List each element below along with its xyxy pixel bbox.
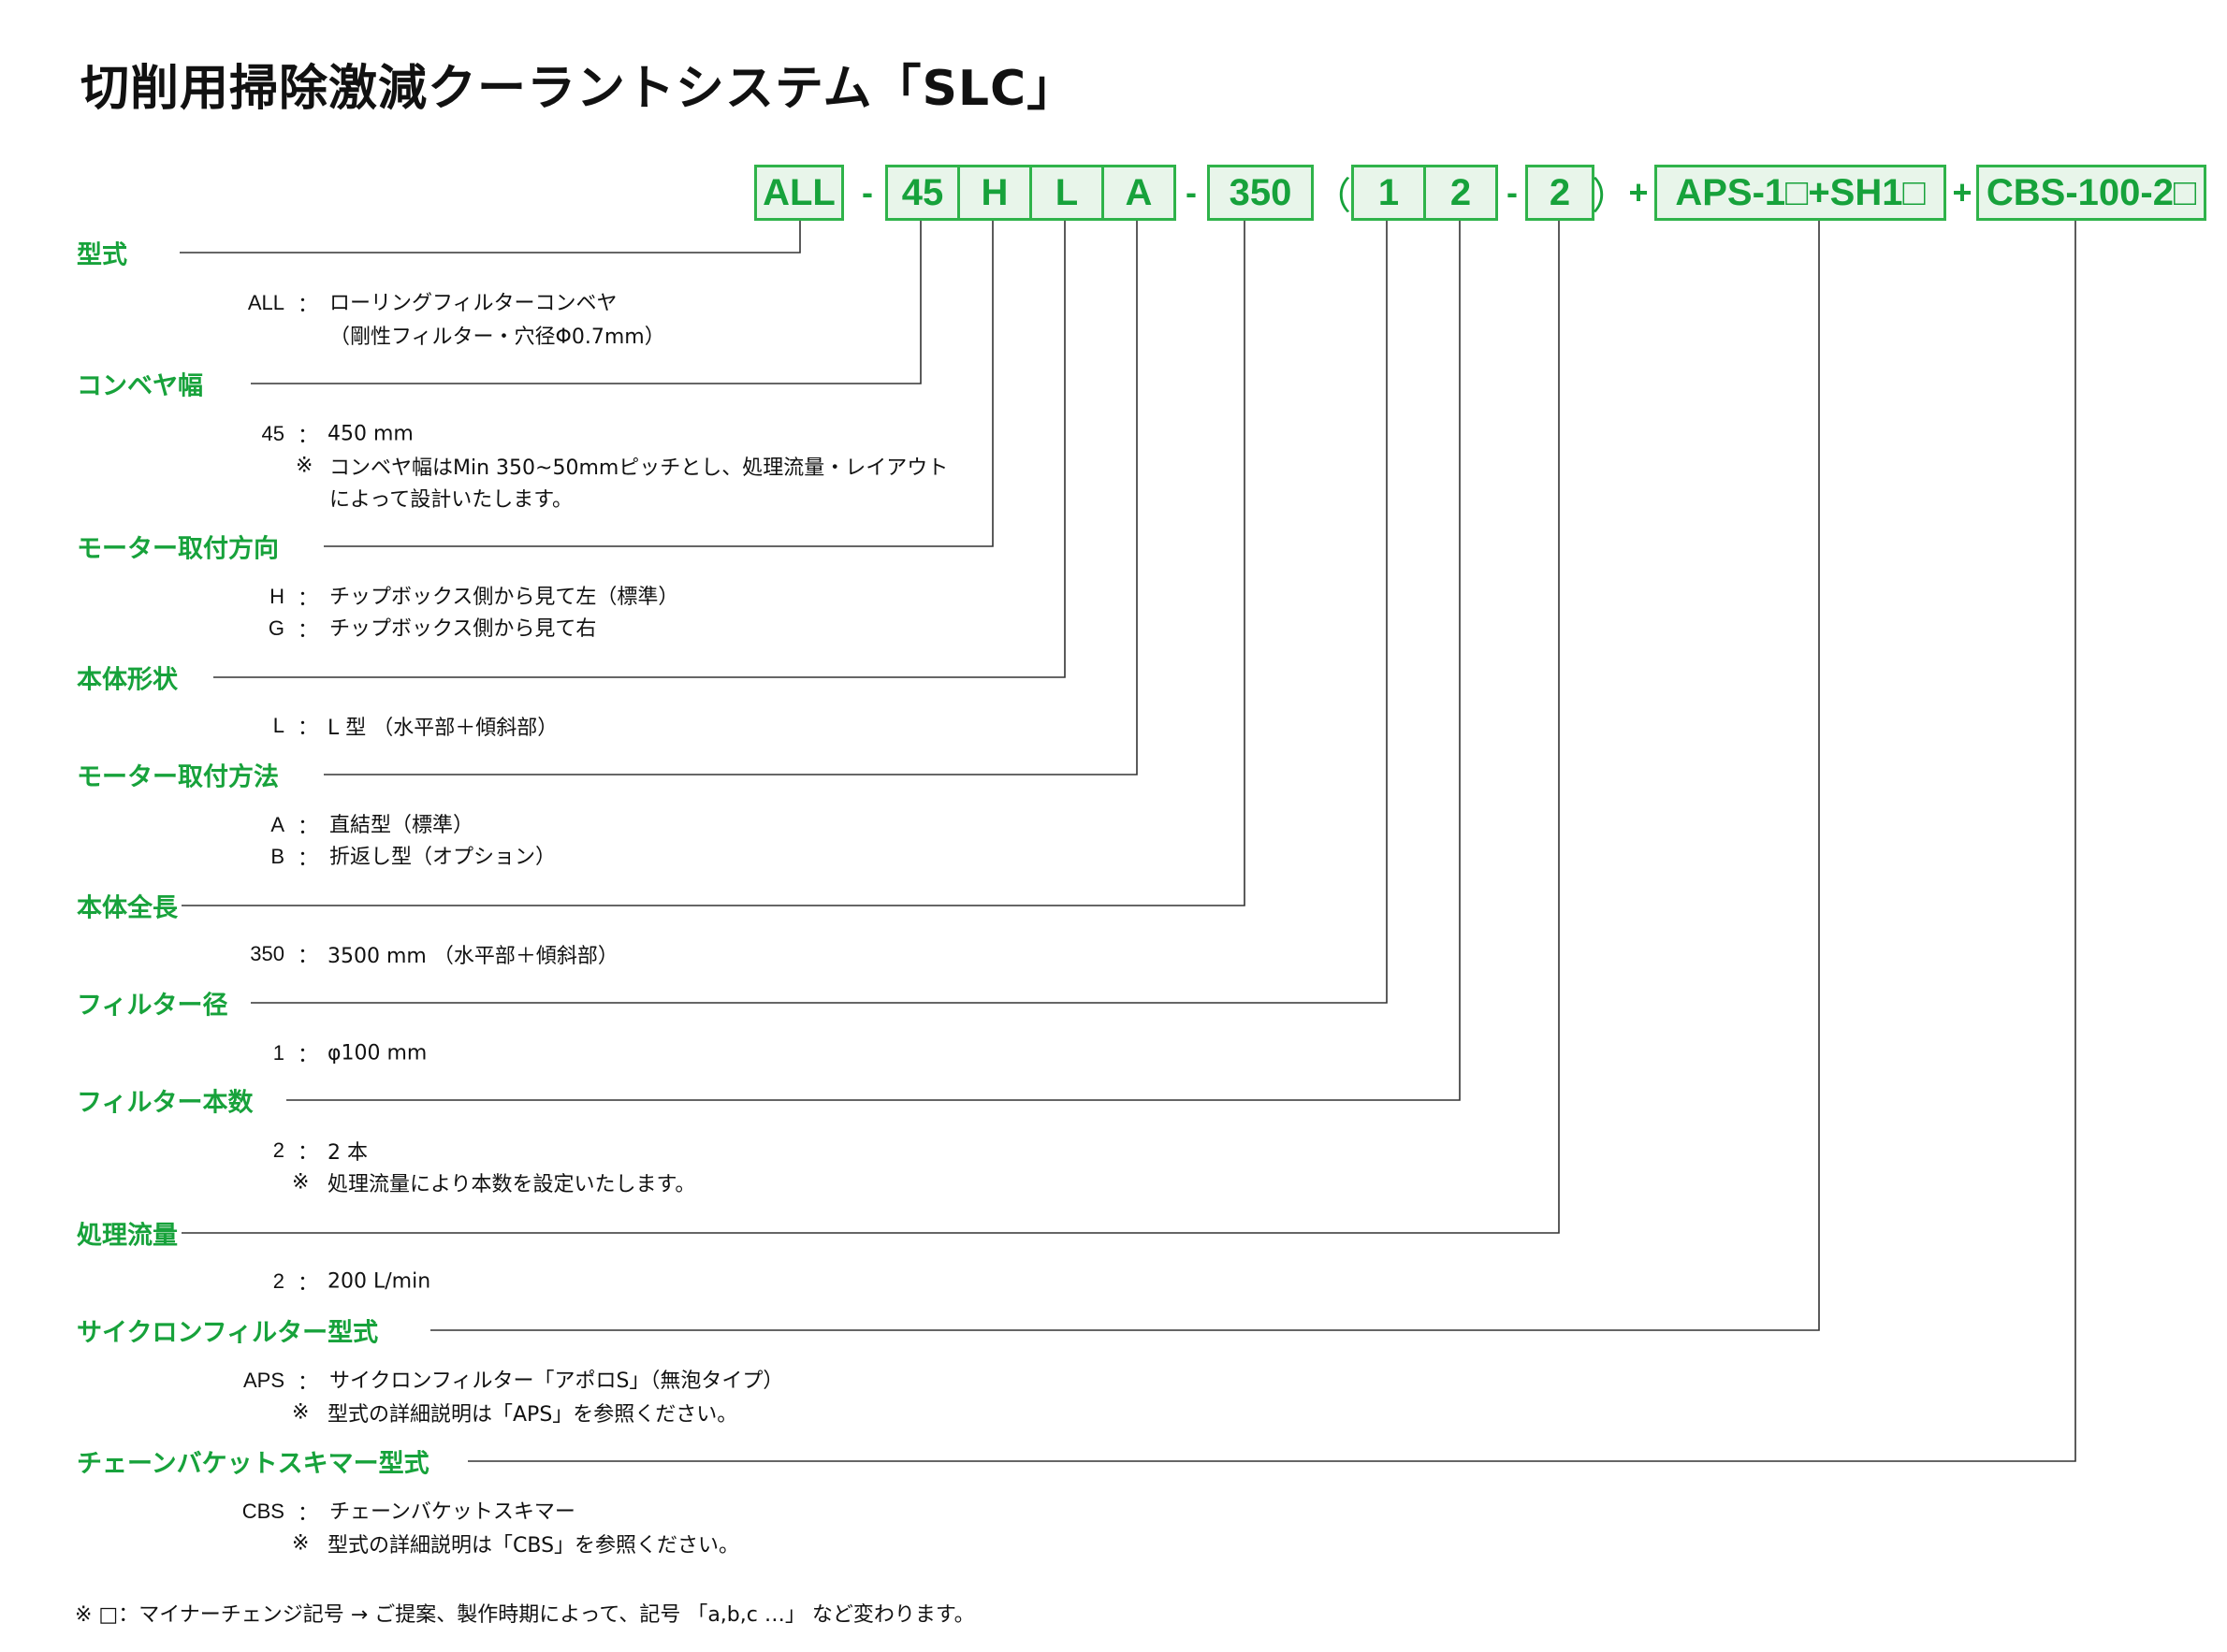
code-box-filter-count: 2 [1423, 165, 1498, 221]
option-description: ローリングフィルターコンベヤ [329, 292, 618, 315]
code-box-body-shape: L [1029, 165, 1104, 221]
code-box-width: 45 [885, 165, 960, 221]
option-description: 450 mm [328, 422, 414, 446]
section-heading-motor-direction: モーター取付方向 [77, 534, 279, 564]
footnote: ※ □：マイナーチェンジ記号 → ご提案、製作時期によって、記号 「a,b,c … [75, 1603, 975, 1627]
option-colon: ： [298, 425, 319, 448]
option-colon: ： [298, 1371, 319, 1395]
section-heading-chain-bucket-skimmer: チェーンバケットスキマー型式 [77, 1449, 429, 1479]
section-heading-filter-count: フィルター本数 [77, 1088, 254, 1118]
code-open-paren: （ [1314, 175, 1351, 218]
option-code: APS [242, 1369, 284, 1392]
note-text: 処理流量により本数を設定いたします。 [328, 1173, 696, 1196]
option-description: 200 L/min [328, 1269, 431, 1294]
code-box-type: ALL [754, 165, 844, 221]
option-description: （剛性フィルター・穴径Φ0.7mm） [329, 326, 665, 349]
option-description: 直結型（標準） [329, 814, 474, 837]
option-description: チップボックス側から見て左（標準） [329, 586, 679, 609]
section-heading-flow-rate: 処理流量 [77, 1221, 178, 1251]
leader-line [180, 221, 801, 254]
option-code: 1 [272, 1041, 284, 1065]
option-description: 2 本 [328, 1141, 368, 1165]
code-box-motor-mount: A [1101, 165, 1176, 221]
section-heading-body-length: 本体全長 [77, 893, 178, 923]
note-mark: ※ [292, 1400, 310, 1425]
option-colon: ： [298, 619, 319, 643]
section-heading-filter-diameter: フィルター径 [77, 991, 228, 1021]
note-mark: ※ [296, 454, 313, 478]
option-description: L 型 （水平部＋傾斜部） [328, 717, 559, 740]
option-colon: ： [298, 945, 319, 968]
option-description: 3500 mm （水平部＋傾斜部） [328, 945, 619, 968]
option-description: チェーンバケットスキマー [329, 1500, 575, 1524]
note-text: コンベヤ幅はMin 350~50mmピッチとし、処理流量・レイアウト [329, 456, 949, 480]
option-code: 2 [272, 1269, 284, 1293]
page: 切削用掃除激減クーラントシステム「SLC」 ALL - 45 H L A - 3… [0, 0, 2227, 1652]
option-colon: ： [298, 848, 319, 871]
section-heading-type: 型式 [77, 240, 127, 270]
code-dash: - [1186, 173, 1197, 211]
option-description: チップボックス側から見て右 [329, 617, 597, 641]
note-text: によって設計いたします。 [329, 488, 574, 512]
option-colon: ： [298, 587, 319, 611]
option-colon: ： [298, 1141, 319, 1165]
option-code: 2 [272, 1138, 284, 1162]
code-box-length: 350 [1207, 165, 1314, 221]
leader-line [430, 221, 1820, 1331]
leader-line [468, 221, 2076, 1462]
code-box-flow-rate: 2 [1525, 165, 1594, 221]
option-description: φ100 mm [328, 1041, 428, 1065]
option-code: A [270, 813, 284, 836]
note-text: 型式の詳細説明は「CBS」を参照ください。 [328, 1534, 740, 1558]
code-box-motor-direction: H [957, 165, 1032, 221]
option-colon: ： [298, 1272, 319, 1296]
option-colon: ： [298, 816, 319, 839]
option-code: 350 [250, 942, 284, 965]
code-box-cyclone: APS-1□+SH1□ [1654, 165, 1946, 221]
option-description: 折返し型（オプション） [329, 846, 557, 869]
code-plus: + [1952, 173, 1972, 211]
option-colon: ： [298, 1502, 319, 1526]
option-code: ALL [247, 291, 284, 314]
option-code: L [272, 714, 284, 737]
option-colon: ： [298, 1044, 319, 1067]
section-heading-cyclone-filter: サイクロンフィルター型式 [77, 1318, 379, 1348]
option-code: CBS [241, 1500, 284, 1523]
option-code: B [270, 845, 284, 868]
code-dash: - [1506, 173, 1518, 211]
option-colon: ： [298, 294, 319, 317]
option-code: H [269, 585, 284, 608]
option-code: 45 [261, 422, 284, 445]
option-description: サイクロンフィルター「アポロS」（無泡タイプ） [329, 1369, 784, 1393]
code-close-paren: ） [1592, 175, 1629, 218]
option-code: G [268, 616, 284, 640]
code-box-skimmer: CBS-100-2□ [1976, 165, 2206, 221]
code-box-filter-diameter: 1 [1351, 165, 1426, 221]
note-mark: ※ [292, 1170, 310, 1195]
code-dash: - [862, 173, 873, 211]
section-heading-conveyor-width: コンベヤ幅 [77, 371, 203, 401]
note-text: 型式の詳細説明は「APS」を参照ください。 [328, 1403, 738, 1427]
note-mark: ※ [292, 1531, 310, 1556]
section-heading-motor-mount: モーター取付方法 [77, 762, 279, 792]
option-colon: ： [298, 717, 319, 740]
code-plus: + [1628, 173, 1649, 211]
section-heading-body-shape: 本体形状 [77, 665, 178, 695]
